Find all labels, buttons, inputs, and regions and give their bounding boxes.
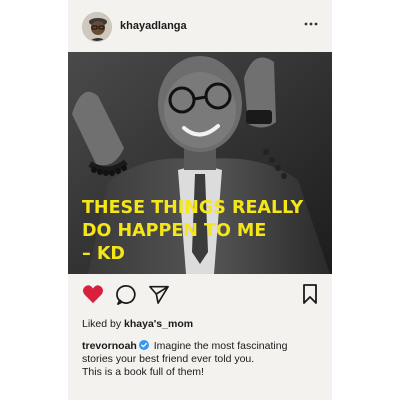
likes-line: Liked by khaya's_mom [82,318,193,330]
caption-text: Imagine the most fascinating [153,340,288,352]
post-header: khayadlanga [68,0,332,52]
caption-line: trevornoah Imagine the most fascinating [82,340,318,353]
post-actions [68,282,332,310]
caption-line: This is a book full of them! [82,366,204,378]
likes-user[interactable]: khaya's_mom [124,318,193,330]
post-caption: trevornoah Imagine the most fascinating … [82,340,318,379]
cover-headline: These things really do happen to me – KD [82,197,322,266]
send-icon[interactable] [148,284,170,304]
avatar[interactable] [82,12,112,42]
heart-filled-icon[interactable] [82,284,104,304]
comment-icon[interactable] [116,284,137,305]
verified-badge-icon [138,340,149,350]
avatar-image [83,13,111,41]
caption-author[interactable]: trevornoah [82,340,137,352]
caption-line: stories your best friend ever told you. [82,353,255,365]
headline-line: – KD [82,244,125,264]
book-cover: khayadlanga THESE THINGS REALLY DO HAPPE… [68,0,332,400]
post-photo[interactable]: These things really do happen to me – KD [68,52,332,274]
bookmark-icon[interactable] [302,284,318,304]
headline-line: do happen to me [82,221,267,241]
more-horizontal-icon[interactable] [304,20,318,28]
likes-prefix: Liked by [82,318,122,330]
post-username[interactable]: khayadlanga [120,20,187,32]
headline-line: These things really [82,198,304,218]
